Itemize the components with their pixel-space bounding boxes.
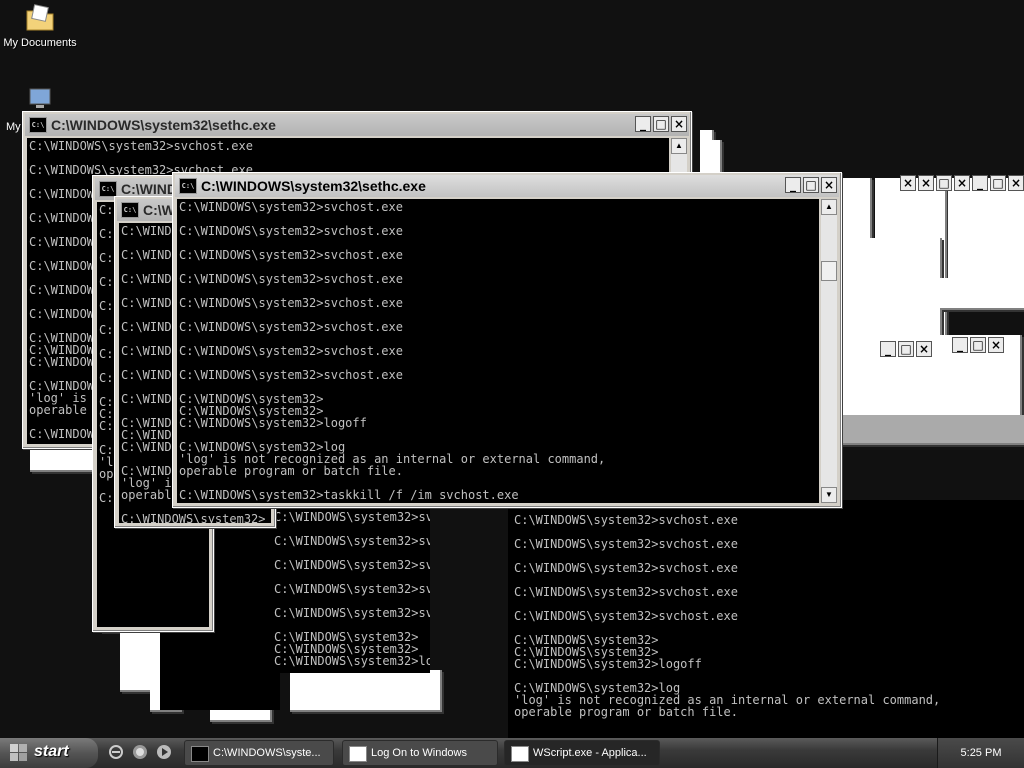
taskbar-button-logon[interactable]: Log On to Windows [342,740,498,766]
start-button[interactable]: start [0,738,98,768]
console-line: C:\WINDOWS\system32>svchost.exe [514,537,738,551]
minimize-button[interactable]: _ [880,341,896,357]
cascade-window-buttons: _ □ × [880,341,932,357]
console-line: C:\WINDOWS\system32>svchost.exe [179,224,403,238]
console-line: C:\WINDOWS\system32>svchost.exe [274,534,430,548]
cascade-window-buttons-2: _ □ × [952,337,1004,353]
maximize-button[interactable]: □ [990,175,1006,191]
desktop: My Documents My C:\WINDOWS\system32>svch… [0,0,1024,738]
console-line: C:\WINDOWS\system32>svchost.exe [179,368,403,382]
console-line: C:\WINDOWS\system32>svchost.exe [179,320,403,334]
minimize-button[interactable]: _ [785,177,801,193]
cascade-titlebar-stubs: × × □ × _ □ × [840,175,1024,197]
console-line: C:\WINDOWS\system32> [121,512,266,523]
console-line: C:\WINDOWS\system32>svchost.exe [274,510,430,524]
cmd-icon [191,746,209,762]
scroll-up-icon[interactable]: ▲ [671,138,687,154]
cmd-icon: C:\ [99,181,117,197]
console-line: C:\WINDOWS\system32>svchost.exe [179,344,403,358]
console-line: operable program or batch file. [179,464,403,478]
ie-icon[interactable] [108,744,124,760]
cmd-window-lower-middle-console: C:\WINDOWS\system32>svchost.exe C:\WINDOW… [272,509,430,673]
cmd-window-front-titlebar[interactable]: C:\ C:\WINDOWS\system32\sethc.exe _ □ × [175,175,839,197]
close-button[interactable]: × [900,175,916,191]
scroll-up-icon[interactable]: ▲ [821,199,837,215]
console-line: C:\WINDOWS\system32>svchost.exe [179,200,403,214]
my-documents-label: My Documents [3,37,77,49]
console-line: C:\WINDOWS\system32>svchost.exe [514,561,738,575]
media-player-icon[interactable] [156,744,172,760]
cmd-window-front[interactable]: C:\ C:\WINDOWS\system32\sethc.exe _ □ × … [172,172,842,508]
system-tray: 5:25 PM [937,738,1024,768]
maximize-button[interactable]: □ [970,337,986,353]
cmd-icon: C:\ [179,178,197,194]
folder-documents-icon [24,2,56,34]
console-line: C:\WINDOWS\system32>svchost.exe [274,582,430,596]
window-icon [511,746,529,762]
start-label: start [34,743,69,760]
cmd-icon: C:\ [121,202,139,218]
clock[interactable]: 5:25 PM [961,747,1002,759]
cmd-icon: C:\ [29,117,47,133]
cmd-window-front-title: C:\WINDOWS\system32\sethc.exe [201,178,426,194]
console-line: C:\WINDOWS\system32>svchost.exe [29,139,253,153]
console-line: C:\WINDOWS\system32>logoff [274,654,430,668]
console-line: operable program or batch file. [514,705,738,719]
maximize-button[interactable]: □ [936,175,952,191]
my-computer-label: My [6,121,21,133]
my-documents-shortcut[interactable]: My Documents [0,2,80,49]
vertical-scrollbar[interactable]: ▲ ▼ [821,199,837,503]
console-line: C:\WINDOWS\system32>logoff [514,657,702,671]
scroll-thumb[interactable] [821,261,837,281]
taskbar-button-label: Log On to Windows [371,747,467,759]
minimize-button[interactable]: _ [972,175,988,191]
console-line: C:\WINDOWS\system32>svchost.exe [274,558,430,572]
taskbar-button-label: WScript.exe - Applica... [533,747,647,759]
cmd-window-front-console: C:\WINDOWS\system32>svchost.exe C:\WINDOW… [177,199,819,503]
console-line: C:\WINDOWS\system32>svchost.exe [179,248,403,262]
taskbar-button-cmd[interactable]: C:\WINDOWS\syste... [184,740,334,766]
console-line: C:\WINDOWS\system32>svchost.exe [179,296,403,310]
close-button[interactable]: × [988,337,1004,353]
close-button[interactable]: × [1008,175,1024,191]
close-button[interactable]: × [954,175,970,191]
taskbar-button-label: C:\WINDOWS\syste... [213,747,321,759]
console-line: C:\WINDOWS\system32>svchost.exe [514,585,738,599]
cmd-window-lower-middle[interactable]: C:\WINDOWS\system32>svchost.exe C:\WINDOW… [270,505,430,673]
console-line: C:\WINDOWS\system32>svchost.exe [514,513,738,527]
cmd-window-lower[interactable]: C:\WINDOWS\system32>svchost.exe C:\WINDOW… [508,500,1024,738]
cmd-window-back-title: C:\WINDOWS\system32\sethc.exe [51,117,276,133]
firefox-icon[interactable] [132,744,148,760]
scroll-down-icon[interactable]: ▼ [821,487,837,503]
close-button[interactable]: × [821,177,837,193]
maximize-button[interactable]: □ [803,177,819,193]
minimize-button[interactable]: _ [635,116,651,132]
window-icon [349,746,367,762]
maximize-button[interactable]: □ [898,341,914,357]
minimize-button[interactable]: _ [952,337,968,353]
cmd-window-back-titlebar[interactable]: C:\ C:\WINDOWS\system32\sethc.exe _ □ × [25,114,689,136]
windows-logo-icon [10,744,28,762]
console-line: C:\WINDOWS\system32>logoff [179,416,367,430]
console-line: C:\WINDOWS\system32>svchost.exe [179,272,403,286]
cmd-window-lower-console: C:\WINDOWS\system32>svchost.exe C:\WINDOW… [512,512,1024,738]
taskbar-button-wscript[interactable]: WScript.exe - Applica... [504,740,660,766]
close-button[interactable]: × [916,341,932,357]
maximize-button[interactable]: □ [653,116,669,132]
console-line: C:\WINDOWS\system32>taskkill /f /im svch… [179,488,519,502]
taskbar: start C:\WINDOWS\syste... Log On to Wind… [0,738,1024,768]
console-line: C:\WINDOWS\system32>svchost.exe [514,609,738,623]
close-button[interactable]: × [918,175,934,191]
console-line: C:\WINDOWS\system32>svchost.exe [274,606,430,620]
close-button[interactable]: × [671,116,687,132]
